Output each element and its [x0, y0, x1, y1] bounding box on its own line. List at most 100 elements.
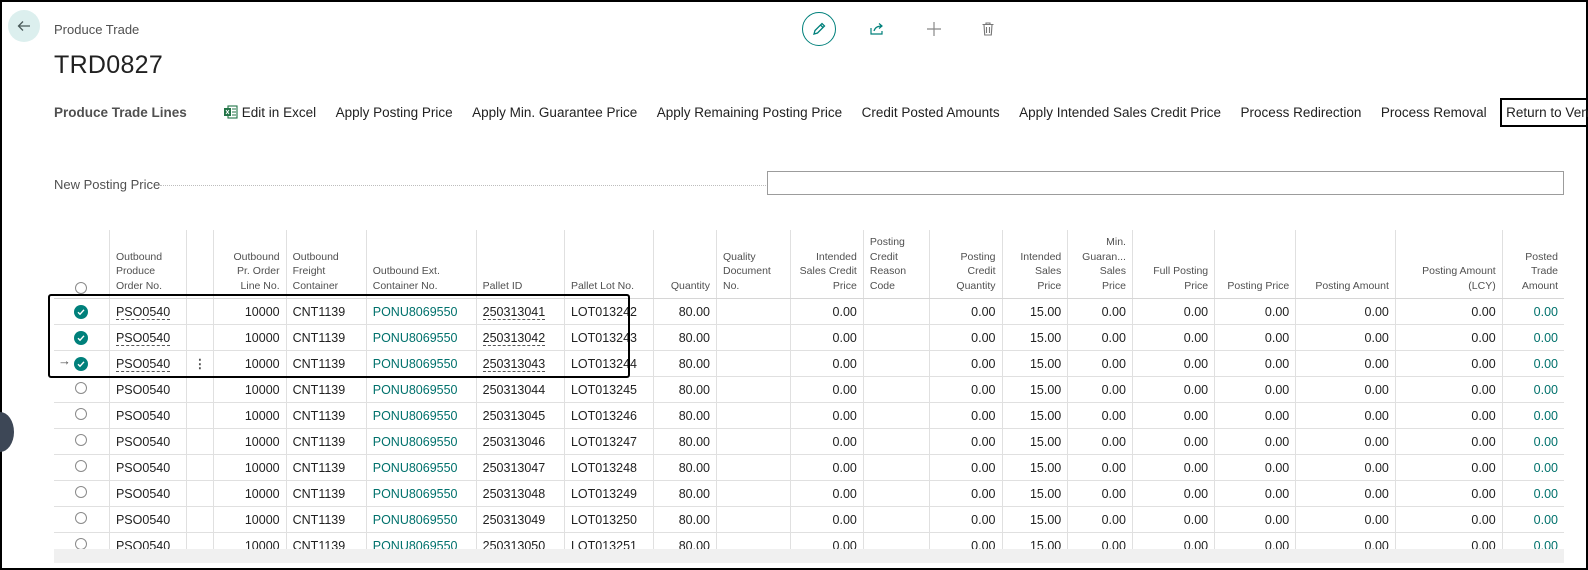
side-panel-handle[interactable] — [0, 412, 14, 452]
edit-button[interactable] — [802, 12, 836, 46]
row-select-cell[interactable] — [54, 480, 110, 507]
ext-container-cell[interactable]: PONU8069550 — [366, 298, 477, 325]
col-header[interactable]: Outbound Pr. Order Line No. — [213, 230, 287, 299]
row-select-radio[interactable] — [75, 512, 88, 524]
table-row[interactable]: PSO0540 10000 CNT1139 PONU8069550 250313042 L… — [54, 324, 1564, 351]
posted-trade-amount-cell[interactable]: 0.00 — [1502, 480, 1564, 507]
col-header[interactable]: Posting Amount (LCY) — [1395, 230, 1503, 299]
ext-container-cell[interactable]: PONU8069550 — [366, 350, 477, 377]
new-button[interactable] — [924, 19, 944, 39]
row-select-radio[interactable] — [75, 434, 88, 446]
row-select-cell[interactable] — [54, 454, 110, 481]
col-header[interactable]: Pallet ID — [476, 230, 565, 299]
table-row[interactable]: PSO0540 10000 CNT1139 PONU8069550 250313046 L… — [54, 428, 1564, 455]
col-header[interactable]: Intended Sales Credit Price — [790, 230, 864, 299]
new-posting-price-input[interactable] — [767, 171, 1564, 195]
row-menu-cell[interactable]: ⋮ — [186, 350, 214, 377]
return-to-vendor-button[interactable]: Return to Vendor — [1500, 97, 1588, 127]
row-select-cell[interactable] — [54, 402, 110, 429]
col-header[interactable]: Quality Document No. — [716, 230, 791, 299]
pallet-id-cell[interactable]: 250313047 — [476, 454, 565, 481]
order-no-cell[interactable]: PSO0540 — [109, 506, 188, 533]
col-header[interactable]: Min. Guaran... Sales Price — [1067, 230, 1133, 299]
table-row[interactable]: PSO0540 10000 CNT1139 PONU8069550 250313048 L… — [54, 480, 1564, 507]
row-checked-icon[interactable] — [74, 330, 89, 345]
row-select-cell[interactable] — [54, 506, 110, 533]
col-header[interactable]: Posting Price — [1214, 230, 1297, 299]
ext-container-cell[interactable]: PONU8069550 — [366, 324, 477, 351]
pallet-id-cell[interactable]: 250313046 — [476, 428, 565, 455]
table-row[interactable]: PSO0540 10000 CNT1139 PONU8069550 250313047 L… — [54, 454, 1564, 481]
col-header[interactable]: Outbound Freight Container — [286, 230, 367, 299]
row-select-cell[interactable] — [54, 298, 110, 325]
ext-container-cell[interactable]: PONU8069550 — [366, 480, 477, 507]
row-checked-icon[interactable] — [74, 304, 89, 319]
row-select-cell[interactable] — [54, 428, 110, 455]
col-header[interactable]: Quantity — [653, 230, 717, 299]
ext-container-cell[interactable]: PONU8069550 — [366, 506, 477, 533]
posted-trade-amount-cell[interactable]: 0.00 — [1502, 402, 1564, 429]
ext-container-cell[interactable]: PONU8069550 — [366, 454, 477, 481]
table-row[interactable]: PSO0540 ⋮ 10000 CNT1139 PONU8069550 250313043… — [54, 350, 1564, 377]
pallet-id-cell[interactable]: 250313049 — [476, 506, 565, 533]
posted-trade-amount-cell[interactable]: 0.00 — [1502, 376, 1564, 403]
ext-container-cell[interactable]: PONU8069550 — [366, 428, 477, 455]
credit-posted-amounts-button[interactable]: Credit Posted Amounts — [862, 105, 1000, 120]
col-header[interactable]: Posting Amount — [1295, 230, 1396, 299]
edit-in-excel-button[interactable]: Edit in Excel — [223, 105, 316, 120]
order-no-cell[interactable]: PSO0540 — [109, 298, 188, 325]
pallet-id-cell[interactable]: 250313042 — [476, 324, 565, 351]
col-header[interactable]: Full Posting Price — [1132, 230, 1216, 299]
order-no-cell[interactable]: PSO0540 — [109, 376, 188, 403]
ext-container-cell[interactable]: PONU8069550 — [366, 402, 477, 429]
col-header[interactable]: Outbound Ext. Container No. — [366, 230, 477, 299]
pallet-id-cell[interactable]: 250313043 — [476, 350, 565, 377]
row-menu-icon[interactable]: ⋮ — [193, 356, 207, 371]
pallet-id-cell[interactable]: 250313044 — [476, 376, 565, 403]
posted-trade-amount-cell[interactable]: 0.00 — [1502, 428, 1564, 455]
back-button[interactable] — [8, 10, 40, 42]
order-no-cell[interactable]: PSO0540 — [109, 350, 188, 377]
table-row[interactable]: PSO0540 10000 CNT1139 PONU8069550 250313044 L… — [54, 376, 1564, 403]
select-all-radio[interactable] — [75, 281, 88, 294]
apply-intended-sales-credit-price-button[interactable]: Apply Intended Sales Credit Price — [1019, 105, 1221, 120]
pallet-id-cell[interactable]: 250313045 — [476, 402, 565, 429]
col-header[interactable]: Posted Trade Amount — [1502, 230, 1564, 299]
process-removal-button[interactable]: Process Removal — [1381, 105, 1487, 120]
order-no-cell-value[interactable]: PSO0540 — [115, 356, 171, 372]
col-header[interactable]: Posting Credit Quantity — [929, 230, 1003, 299]
row-checked-icon[interactable] — [74, 356, 89, 371]
posted-trade-amount-cell[interactable]: 0.00 — [1502, 324, 1564, 351]
order-no-cell-value[interactable]: PSO0540 — [115, 304, 171, 320]
share-button[interactable] — [867, 19, 887, 39]
pallet-id-cell-value[interactable]: 250313043 — [482, 356, 546, 372]
table-row[interactable]: PSO0540 10000 CNT1139 PONU8069550 250313045 L… — [54, 402, 1564, 429]
delete-button[interactable] — [978, 19, 998, 39]
order-no-cell[interactable]: PSO0540 — [109, 324, 188, 351]
select-all-cell[interactable] — [54, 230, 110, 299]
table-row[interactable]: PSO0540 10000 CNT1139 PONU8069550 250313049 L… — [54, 506, 1564, 533]
row-select-radio[interactable] — [75, 486, 88, 498]
col-header[interactable]: Outbound Produce Order No. — [109, 230, 188, 299]
ext-container-cell[interactable]: PONU8069550 — [366, 376, 477, 403]
posted-trade-amount-cell[interactable]: 0.00 — [1502, 298, 1564, 325]
order-no-cell[interactable]: PSO0540 — [109, 428, 188, 455]
apply-min-guarantee-price-button[interactable]: Apply Min. Guarantee Price — [472, 105, 637, 120]
order-no-cell[interactable]: PSO0540 — [109, 454, 188, 481]
posted-trade-amount-cell[interactable]: 0.00 — [1502, 506, 1564, 533]
order-no-cell-value[interactable]: PSO0540 — [115, 330, 171, 346]
posted-trade-amount-cell[interactable]: 0.00 — [1502, 350, 1564, 377]
row-select-cell[interactable] — [54, 376, 110, 403]
apply-remaining-posting-price-button[interactable]: Apply Remaining Posting Price — [657, 105, 842, 120]
pallet-id-cell[interactable]: 250313048 — [476, 480, 565, 507]
apply-posting-price-button[interactable]: Apply Posting Price — [336, 105, 453, 120]
breadcrumb[interactable]: Produce Trade — [54, 22, 139, 37]
col-header[interactable]: Posting Credit Reason Code — [863, 230, 930, 299]
row-select-radio[interactable] — [75, 408, 88, 420]
pallet-id-cell-value[interactable]: 250313041 — [482, 304, 546, 320]
posted-trade-amount-cell[interactable]: 0.00 — [1502, 454, 1564, 481]
row-select-radio[interactable] — [75, 460, 88, 472]
pallet-id-cell[interactable]: 250313041 — [476, 298, 565, 325]
order-no-cell[interactable]: PSO0540 — [109, 402, 188, 429]
col-header[interactable]: Pallet Lot No. — [564, 230, 655, 299]
